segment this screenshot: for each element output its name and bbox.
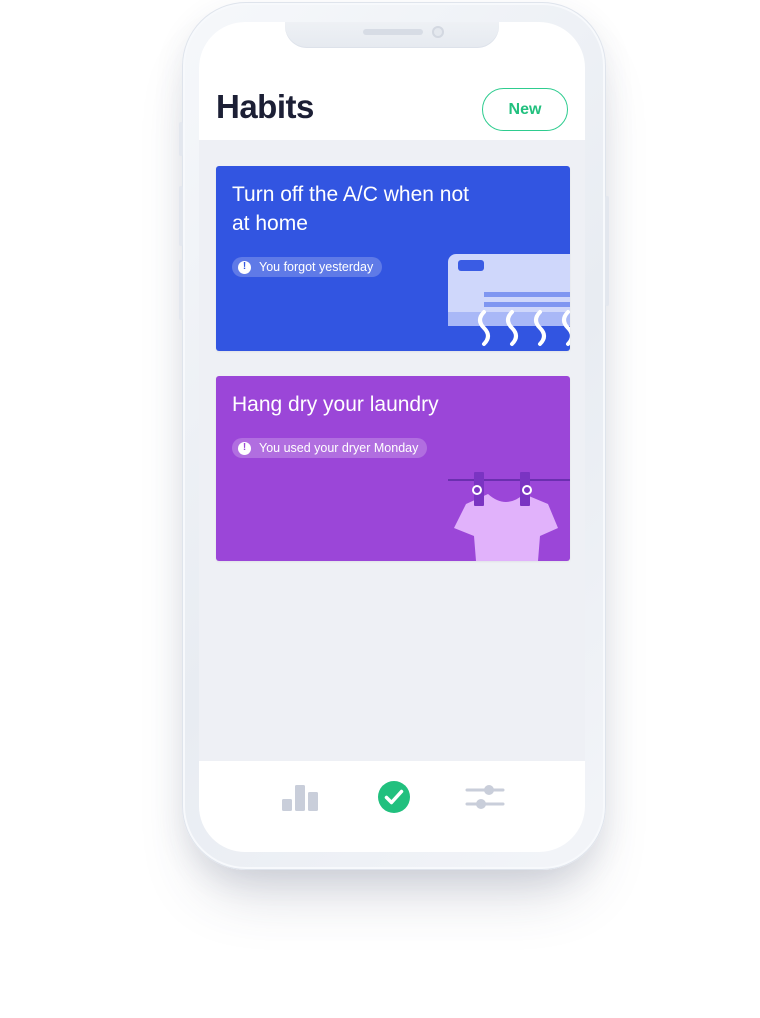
sliders-icon (465, 785, 505, 809)
speaker-grille (363, 29, 423, 35)
habit-status-badge: ! You used your dryer Monday (232, 438, 428, 458)
bar-chart-icon (282, 785, 318, 811)
volume-down-button (179, 260, 183, 320)
nav-tab-habits[interactable] (372, 775, 416, 819)
alert-icon: ! (238, 441, 251, 455)
volume-up-button (179, 186, 183, 246)
silent-switch (179, 122, 183, 156)
front-camera (432, 26, 444, 38)
phone-screen: Habits New Turn off the A/C when not at … (199, 22, 585, 852)
habit-status-text: You forgot yesterday (259, 260, 374, 274)
habit-status-badge: ! You forgot yesterday (232, 257, 383, 277)
page-title: Habits (216, 88, 314, 125)
shirt-clothesline-icon (448, 472, 570, 561)
new-habit-button[interactable]: New (482, 88, 568, 131)
air-conditioner-icon (448, 254, 570, 346)
check-circle-icon (378, 781, 410, 813)
habit-title: Turn off the A/C when not at home (232, 183, 469, 235)
habit-status-text: You used your dryer Monday (259, 441, 419, 455)
nav-tab-settings[interactable] (463, 775, 507, 819)
habit-title: Hang dry your laundry (232, 393, 439, 416)
alert-icon: ! (238, 260, 251, 274)
nav-tab-stats[interactable] (278, 775, 322, 819)
habit-card-ac[interactable]: Turn off the A/C when not at home ! You … (216, 166, 570, 351)
power-button (605, 196, 609, 306)
phone-notch (285, 22, 499, 48)
phone-frame: Habits New Turn off the A/C when not at … (179, 2, 609, 870)
bottom-nav (199, 761, 585, 852)
habit-card-laundry[interactable]: Hang dry your laundry ! You used your dr… (216, 376, 570, 561)
